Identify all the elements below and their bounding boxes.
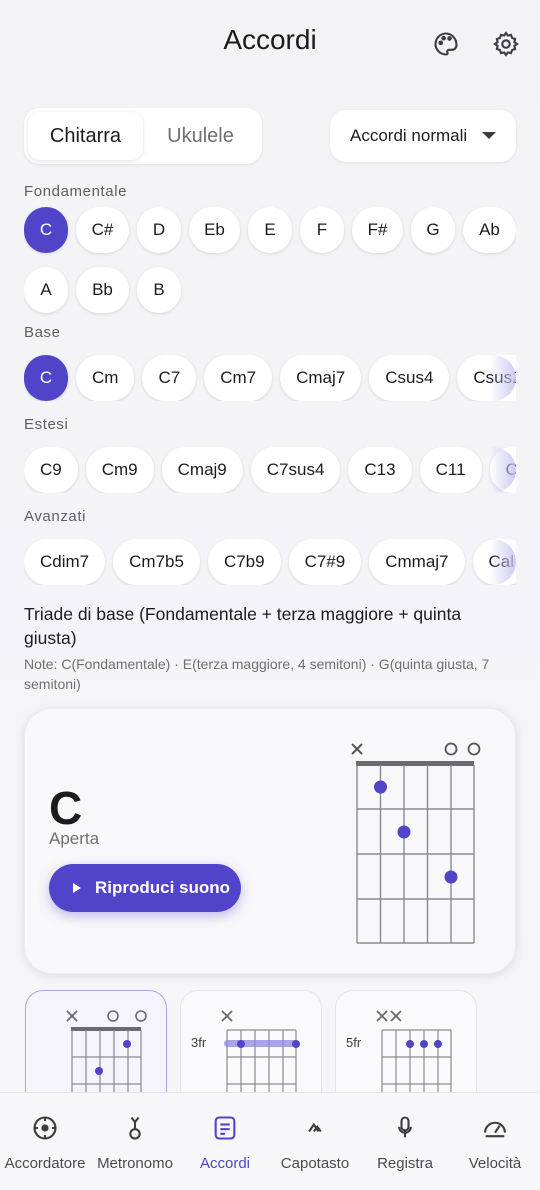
chord-name: C xyxy=(49,782,83,834)
nav-label: Capotasto xyxy=(280,1155,350,1172)
gear-icon[interactable] xyxy=(490,28,522,60)
instrument-selector: Chitarra Ukulele xyxy=(24,108,262,164)
chord-mode-dropdown[interactable]: Accordi normali xyxy=(330,110,516,162)
root-note-row: C C# D Eb E F F# G Ab A Bb B xyxy=(24,207,516,317)
advanced-section-label: Avanzati xyxy=(24,508,87,525)
root-chip-ab[interactable]: Ab xyxy=(463,207,516,253)
chord-chip[interactable]: C13 xyxy=(348,447,412,493)
chord-chip[interactable]: C7b9 xyxy=(207,539,281,585)
base-chord-row: C Cm C7 Cm7 Cmaj7 Csus4 Csus2 xyxy=(24,355,516,401)
nav-tuner[interactable]: Accordatore xyxy=(0,1093,90,1190)
root-chip-eb[interactable]: Eb xyxy=(189,207,240,253)
chord-chip[interactable]: Cdim7 xyxy=(24,539,106,585)
microphone-icon xyxy=(390,1113,420,1143)
capo-icon xyxy=(300,1113,330,1143)
root-chip-b[interactable]: B xyxy=(137,266,181,313)
chord-chip[interactable]: Cmaj9 xyxy=(161,447,243,493)
chord-chip[interactable]: C xyxy=(489,447,516,493)
nav-label: Accordatore xyxy=(4,1155,86,1172)
chord-chip[interactable]: Cm xyxy=(76,355,135,401)
finger-dot xyxy=(444,870,458,884)
chord-chip[interactable]: Cmaj7 xyxy=(280,355,362,401)
nav-chords[interactable]: Accordi xyxy=(180,1093,270,1190)
finger-dot xyxy=(374,780,387,794)
open-string-marker xyxy=(444,742,458,756)
chord-description: Triade di base (Fondamentale + terza mag… xyxy=(24,604,462,648)
app-header: Accordi xyxy=(0,0,540,90)
extended-section-label: Estesi xyxy=(24,416,69,433)
nav-record[interactable]: Registra xyxy=(360,1093,450,1190)
speed-icon xyxy=(480,1113,510,1143)
metronome-icon xyxy=(120,1113,150,1143)
chord-chip[interactable]: Cal xyxy=(472,539,516,585)
open-string-marker xyxy=(467,742,481,756)
palette-icon[interactable] xyxy=(430,28,462,60)
chord-card: C Aperta Riproduci suono xyxy=(24,708,516,974)
chord-chip[interactable]: Cmmaj7 xyxy=(369,539,465,585)
root-chip-bb[interactable]: Bb xyxy=(76,266,129,313)
nav-metronome[interactable]: Metronomo xyxy=(90,1093,180,1190)
fret-label: 5fr xyxy=(346,1035,362,1050)
chord-chip[interactable]: C7 xyxy=(142,355,197,401)
chevron-down-icon xyxy=(482,132,496,139)
base-section-label: Base xyxy=(24,324,61,341)
root-section-label: Fondamentale xyxy=(24,183,128,200)
chord-chip[interactable]: C9 xyxy=(24,447,78,493)
nav-label: Registra xyxy=(377,1155,433,1172)
finger-dot xyxy=(397,825,411,839)
root-chip-f[interactable]: F xyxy=(300,207,344,253)
play-icon xyxy=(73,883,81,893)
chord-voicing: Aperta xyxy=(49,829,100,848)
root-chip-fsharp[interactable]: F# xyxy=(352,207,403,253)
chord-diagram xyxy=(351,742,481,944)
nav-label: Velocità xyxy=(468,1155,522,1172)
nav-speed[interactable]: Velocità xyxy=(450,1093,540,1190)
root-chip-csharp[interactable]: C# xyxy=(76,207,129,253)
chord-chip[interactable]: Csus4 xyxy=(369,355,450,401)
root-chip-a[interactable]: A xyxy=(24,266,68,313)
extended-chord-row: C9 Cm9 Cmaj9 C7sus4 C13 C11 C xyxy=(24,447,516,493)
tuner-icon xyxy=(30,1113,60,1143)
tab-guitar[interactable]: Chitarra xyxy=(28,112,143,160)
chords-icon xyxy=(210,1113,240,1143)
root-chip-g[interactable]: G xyxy=(411,207,455,253)
nav-label: Accordi xyxy=(199,1155,251,1172)
fret-label: 3fr xyxy=(191,1035,207,1050)
chord-mode-value: Accordi normali xyxy=(350,126,468,145)
root-chip-c[interactable]: C xyxy=(24,207,68,253)
nav-label: Metronomo xyxy=(97,1155,173,1172)
chord-chip[interactable]: C7#9 xyxy=(288,539,362,585)
muted-string-marker xyxy=(351,743,363,755)
tab-ukulele[interactable]: Ukulele xyxy=(143,112,258,160)
bottom-navigation: Accordatore Metronomo Accordi Capotasto … xyxy=(0,1092,540,1190)
play-sound-label: Riproduci suono xyxy=(95,878,231,897)
chord-chip[interactable]: Cm7 xyxy=(204,355,273,401)
root-chip-e[interactable]: E xyxy=(248,207,292,253)
chord-chip[interactable]: Csus2 xyxy=(457,355,516,401)
root-chip-d[interactable]: D xyxy=(137,207,181,253)
advanced-chord-row: Cdim7 Cm7b5 C7b9 C7#9 Cmmaj7 Cal xyxy=(24,539,516,585)
chord-notes: Note: C(Fondamentale) · E(terza maggiore… xyxy=(24,656,490,692)
chord-chip[interactable]: Cm9 xyxy=(85,447,154,493)
chord-chip[interactable]: C xyxy=(24,355,68,401)
chord-chip[interactable]: C11 xyxy=(419,447,482,493)
chord-chip[interactable]: Cm7b5 xyxy=(113,539,200,585)
chord-chip[interactable]: C7sus4 xyxy=(250,447,341,493)
play-sound-button[interactable]: Riproduci suono xyxy=(49,864,241,912)
nav-capo[interactable]: Capotasto xyxy=(270,1093,360,1190)
